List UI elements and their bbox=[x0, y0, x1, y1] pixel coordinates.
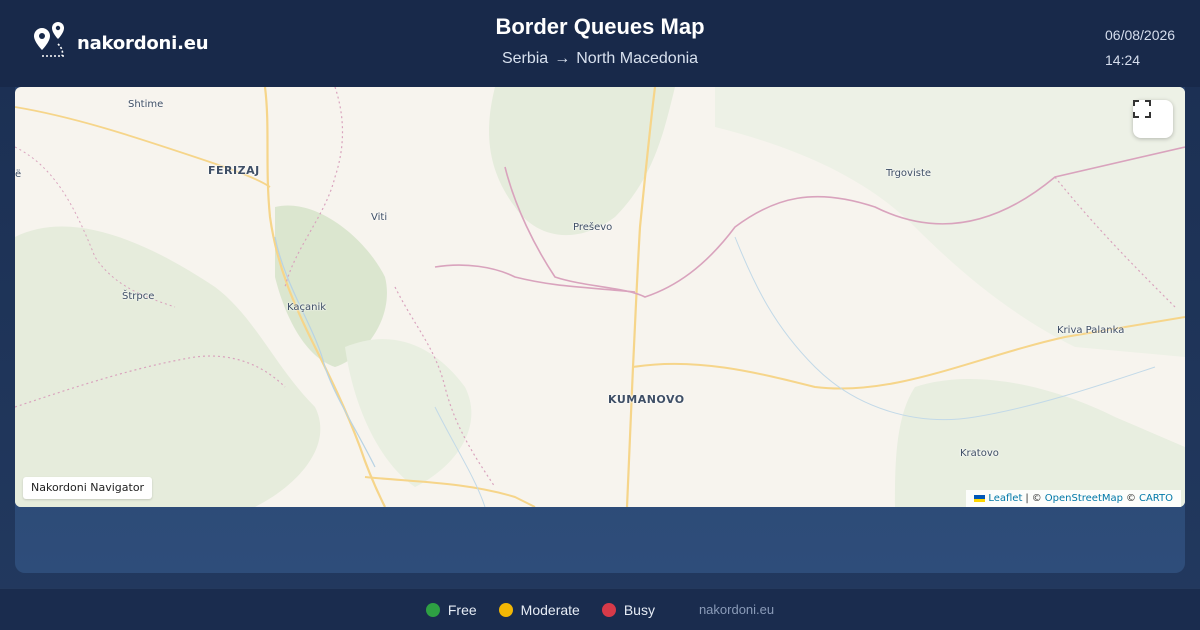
place-label: Viti bbox=[371, 212, 388, 223]
route: Serbia → North Macedonia bbox=[0, 50, 1200, 68]
fullscreen-button[interactable] bbox=[1133, 100, 1173, 138]
osm-link[interactable]: OpenStreetMap bbox=[1045, 490, 1123, 507]
expand-icon bbox=[1133, 100, 1151, 118]
page-title: Border Queues Map bbox=[495, 14, 705, 39]
map-view[interactable]: Shtime FERIZAJ ë Viti Preševo Trgoviste … bbox=[15, 87, 1185, 507]
navigator-label: Nakordoni Navigator bbox=[23, 477, 153, 499]
map-attribution: Leaflet | © OpenStreetMap © CARTO bbox=[966, 490, 1181, 507]
route-from: Serbia bbox=[501, 50, 549, 67]
place-label: KUMANOVO bbox=[608, 393, 685, 406]
legend-busy: Busy bbox=[601, 601, 655, 618]
copyright-symbol: © bbox=[1125, 493, 1136, 504]
date-text: 06/08/2026 bbox=[1105, 27, 1176, 43]
datetime: 06/08/2026 14:24 bbox=[1105, 23, 1175, 73]
route-to: North Macedonia bbox=[576, 50, 699, 67]
legend-label: Busy bbox=[623, 601, 655, 618]
place-label: FERIZAJ bbox=[208, 164, 260, 177]
copyright-symbol: © bbox=[1031, 493, 1042, 504]
legend-label: Free bbox=[447, 601, 477, 618]
place-label: Kriva Palanka bbox=[1057, 325, 1125, 336]
footer-legend: Free Moderate Busy nakordoni.eu bbox=[0, 588, 1200, 630]
place-label: ë bbox=[15, 169, 22, 180]
place-label: Shtime bbox=[128, 99, 164, 110]
route-arrow: → bbox=[554, 50, 571, 67]
place-label: Kaçanik bbox=[287, 302, 327, 313]
legend-free: Free bbox=[425, 601, 477, 618]
attribution-separator: | bbox=[1025, 493, 1029, 504]
place-label: Kratovo bbox=[960, 448, 999, 459]
app-header: nakordoni.eu Border Queues Map Serbia → … bbox=[0, 0, 1200, 87]
place-label: Trgoviste bbox=[886, 168, 932, 179]
map-tiles bbox=[15, 87, 1185, 507]
footer-site: nakordoni.eu bbox=[698, 602, 775, 617]
time-text: 14:24 bbox=[1105, 52, 1141, 68]
busy-dot-icon bbox=[601, 602, 616, 617]
free-dot-icon bbox=[425, 602, 440, 617]
carto-link[interactable]: CARTO bbox=[1139, 490, 1173, 507]
legend-moderate: Moderate bbox=[498, 601, 580, 618]
place-label: Štrpce bbox=[122, 291, 155, 302]
moderate-dot-icon bbox=[498, 602, 513, 617]
place-label: Preševo bbox=[573, 222, 613, 233]
legend-label: Moderate bbox=[520, 601, 580, 618]
ukraine-flag-icon bbox=[974, 495, 986, 502]
title-block: Border Queues Map Serbia → North Macedon… bbox=[0, 14, 1200, 68]
leaflet-link[interactable]: Leaflet bbox=[988, 490, 1022, 507]
